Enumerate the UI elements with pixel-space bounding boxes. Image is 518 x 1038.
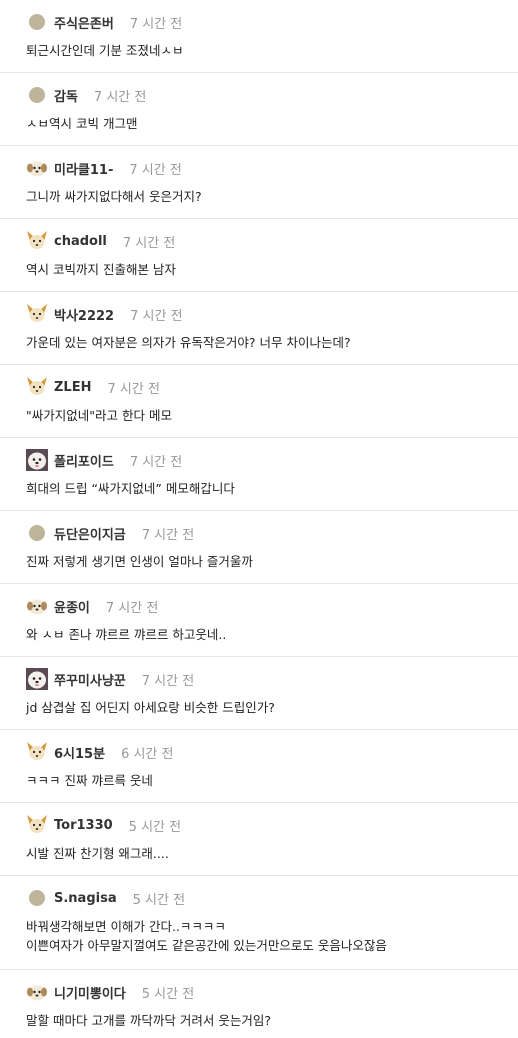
comment-text: 희대의 드립 “싸가지없네” 메모해갑니다 [26, 481, 235, 496]
puppy-avatar-icon[interactable] [26, 981, 48, 1003]
comment-author[interactable]: Tor1330 [54, 818, 113, 833]
comment-header: 쭈꾸미사냥꾼 7 시간 전 [26, 668, 518, 690]
default-avatar-icon[interactable] [26, 887, 48, 909]
comment-header: 박사2222 7 시간 전 [26, 303, 518, 325]
comment-header: ZLEH 7 시간 전 [26, 376, 518, 398]
puppy-avatar-icon[interactable] [26, 157, 48, 179]
comment-author[interactable]: 윤종이 [54, 597, 90, 616]
comment-item: 감독 7 시간 전 ㅅㅂ역시 코빅 개그맨 [0, 73, 518, 146]
fox-avatar-icon[interactable] [26, 741, 48, 763]
comment-header: 니기미뽕이다 5 시간 전 [26, 981, 518, 1003]
comment-header: S.nagisa 5 시간 전 [26, 887, 518, 909]
comment-author[interactable]: 6시15분 [54, 743, 105, 762]
comment-text: 바꿔생각해보면 이해가 간다..ㅋㅋㅋㅋ 이쁜여자가 아무말지껄여도 같은공간에… [26, 919, 387, 953]
comment-header: 감독 7 시간 전 [26, 84, 518, 106]
comment-time: 7 시간 전 [141, 527, 195, 543]
comment-item: 니기미뽕이다 5 시간 전 말할 때마다 고개를 까닥까닥 거려서 웃는거임? [0, 970, 518, 1038]
comment-time: 6 시간 전 [121, 746, 174, 762]
comment-item: 듀단은이지금 7 시간 전 진짜 저렇게 생기면 인생이 얼마나 즐거울까 [0, 511, 518, 584]
comment-item: 쭈꾸미사냥꾼 7 시간 전 jd 삼겹살 집 어딘지 아세요랑 비슷한 드립인가… [0, 657, 518, 730]
comment-item: 윤종이 7 시간 전 와 ㅅㅂ 존나 꺄르르 꺄르르 하고웃네.. [0, 584, 518, 657]
comment-text: 퇴근시간인데 기분 조졌네ㅅㅂ [26, 43, 184, 58]
comment-time: 5 시간 전 [128, 819, 182, 835]
comment-author[interactable]: ZLEH [54, 380, 91, 395]
comment-header: 윤종이 7 시간 전 [26, 595, 518, 617]
comment-item: ZLEH 7 시간 전 "싸가지없네"라고 한다 메모 [0, 365, 518, 438]
comment-header: 폴리포이드 7 시간 전 [26, 449, 518, 471]
comment-header: 6시15분 6 시간 전 [26, 741, 518, 763]
comment-header: 주식은존버 7 시간 전 [26, 11, 518, 33]
comment-item: S.nagisa 5 시간 전 바꿔생각해보면 이해가 간다..ㅋㅋㅋㅋ 이쁜여… [0, 876, 518, 970]
comment-time: 7 시간 전 [129, 454, 183, 470]
comment-time: 5 시간 전 [132, 892, 186, 908]
comment-header: 미라클11- 7 시간 전 [26, 157, 518, 179]
comment-list: 주식은존버 7 시간 전 퇴근시간인데 기분 조졌네ㅅㅂ 감독 7 시간 전 ㅅ… [0, 0, 518, 1038]
comment-time: 7 시간 전 [141, 673, 195, 689]
comment-item: 6시15분 6 시간 전 ㅋㅋㅋ 진짜 꺄르륵 웃네 [0, 730, 518, 803]
fox-avatar-icon[interactable] [26, 376, 48, 398]
comment-time: 7 시간 전 [129, 16, 183, 32]
comment-time: 5 시간 전 [141, 986, 195, 1002]
comment-author[interactable]: 미라클11- [54, 159, 113, 178]
comment-author[interactable]: chadoll [54, 234, 107, 249]
comment-text: "싸가지없네"라고 한다 메모 [26, 408, 172, 423]
comment-header: Tor1330 5 시간 전 [26, 814, 518, 836]
comment-item: 미라클11- 7 시간 전 그니까 싸가지없다해서 웃은거지? [0, 146, 518, 219]
comment-author[interactable]: 쭈꾸미사냥꾼 [54, 670, 126, 689]
comment-text: 가운데 있는 여자분은 의자가 유독작은거야? 너무 차이나는데? [26, 335, 351, 350]
comment-author[interactable]: 주식은존버 [54, 13, 114, 32]
comment-time: 7 시간 전 [107, 381, 160, 397]
comment-author[interactable]: 니기미뽕이다 [54, 983, 126, 1002]
comment-time: 7 시간 전 [130, 308, 183, 324]
puppy-avatar-icon[interactable] [26, 595, 48, 617]
comment-text: 시발 진짜 찬기형 왜그래.... [26, 846, 169, 861]
comment-author[interactable]: S.nagisa [54, 891, 117, 906]
default-avatar-icon[interactable] [26, 84, 48, 106]
comment-author[interactable]: 폴리포이드 [54, 451, 114, 470]
comment-author[interactable]: 감독 [54, 86, 78, 105]
comment-text: jd 삼겹살 집 어딘지 아세요랑 비슷한 드립인가? [26, 700, 275, 715]
comment-text: ㅋㅋㅋ 진짜 꺄르륵 웃네 [26, 773, 153, 788]
comment-item: 폴리포이드 7 시간 전 희대의 드립 “싸가지없네” 메모해갑니다 [0, 438, 518, 511]
comment-time: 7 시간 전 [93, 89, 147, 105]
comment-item: 주식은존버 7 시간 전 퇴근시간인데 기분 조졌네ㅅㅂ [0, 0, 518, 73]
comment-author[interactable]: 듀단은이지금 [54, 524, 126, 543]
comment-text: 말할 때마다 고개를 까닥까닥 거려서 웃는거임? [26, 1013, 272, 1028]
maltese-avatar-icon[interactable] [26, 668, 48, 690]
comment-text: 역시 코빅까지 진출해본 남자 [26, 262, 176, 277]
comment-time: 7 시간 전 [122, 235, 176, 251]
comment-time: 7 시간 전 [129, 162, 182, 178]
fox-avatar-icon[interactable] [26, 303, 48, 325]
comment-item: 박사2222 7 시간 전 가운데 있는 여자분은 의자가 유독작은거야? 너무… [0, 292, 518, 365]
default-avatar-icon[interactable] [26, 522, 48, 544]
comment-text: 진짜 저렇게 생기면 인생이 얼마나 즐거울까 [26, 554, 253, 569]
fox-avatar-icon[interactable] [26, 230, 48, 252]
maltese-avatar-icon[interactable] [26, 449, 48, 471]
comment-text: ㅅㅂ역시 코빅 개그맨 [26, 116, 138, 131]
comment-author[interactable]: 박사2222 [54, 305, 114, 324]
comment-header: 듀단은이지금 7 시간 전 [26, 522, 518, 544]
fox-avatar-icon[interactable] [26, 814, 48, 836]
default-avatar-icon[interactable] [26, 11, 48, 33]
comment-text: 와 ㅅㅂ 존나 꺄르르 꺄르르 하고웃네.. [26, 627, 227, 642]
comment-item: chadoll 7 시간 전 역시 코빅까지 진출해본 남자 [0, 219, 518, 292]
comment-item: Tor1330 5 시간 전 시발 진짜 찬기형 왜그래.... [0, 803, 518, 876]
comment-text: 그니까 싸가지없다해서 웃은거지? [26, 189, 202, 204]
comment-time: 7 시간 전 [105, 600, 159, 616]
comment-header: chadoll 7 시간 전 [26, 230, 518, 252]
